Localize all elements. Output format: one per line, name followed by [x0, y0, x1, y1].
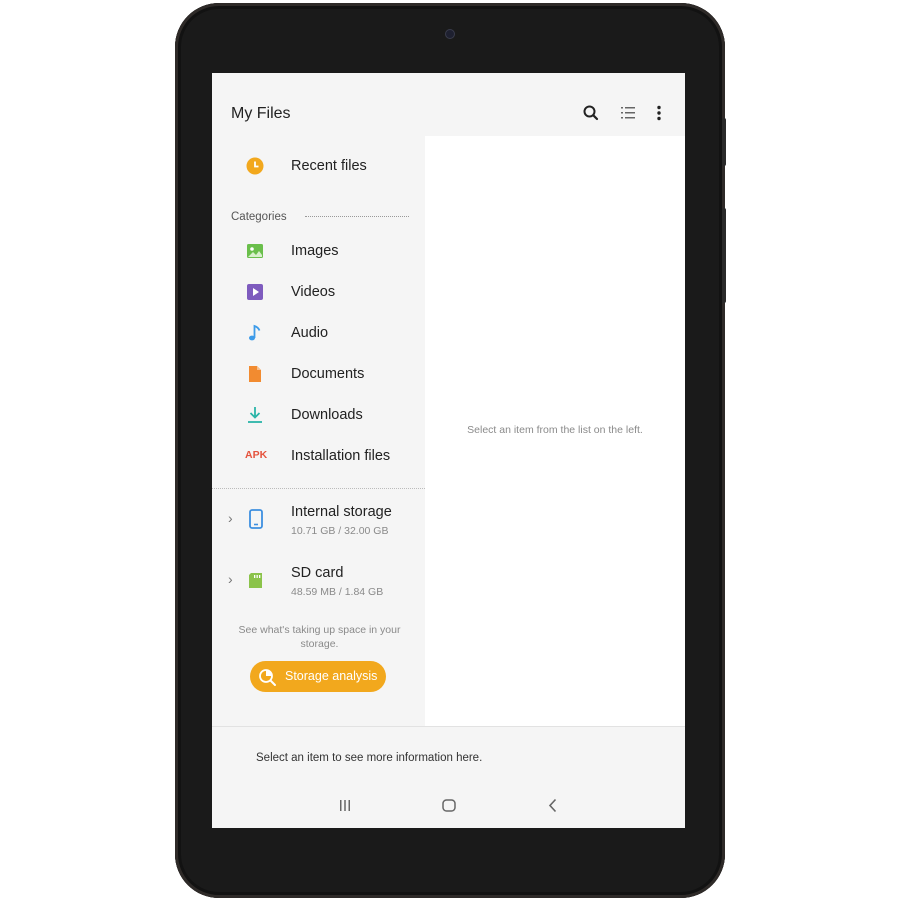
- sidebar-item-label: Audio: [291, 325, 329, 341]
- sd-card-icon: [248, 570, 264, 595]
- sidebar-item-images[interactable]: Images: [212, 233, 425, 269]
- music-note-icon: [246, 324, 264, 342]
- sidebar-item-label: Videos: [291, 284, 336, 300]
- list-view-icon[interactable]: [618, 103, 638, 123]
- sidebar-item-recent-files[interactable]: Recent files: [212, 148, 425, 184]
- front-camera: [445, 29, 455, 39]
- storage-divider: [212, 488, 425, 489]
- sidebar: Recent files Categories Images Videos Au…: [212, 136, 425, 726]
- app-bar: My Files: [212, 73, 685, 136]
- storage-analysis-button[interactable]: Storage analysis: [250, 661, 386, 692]
- chevron-right-icon[interactable]: ›: [228, 571, 233, 587]
- clock-icon: [246, 157, 264, 175]
- categories-header: Categories: [231, 211, 287, 223]
- info-panel: Select an item to see more information h…: [212, 726, 685, 828]
- phone-icon: [248, 509, 264, 534]
- storage-analysis-label: Storage analysis: [285, 669, 378, 683]
- recents-icon[interactable]: [335, 796, 355, 816]
- apk-icon: APK: [245, 449, 268, 461]
- screen: My Files Recent files Categories Images: [212, 73, 685, 828]
- storage-hint: See what's taking up space in your stora…: [238, 624, 401, 650]
- storage-name: SD card: [291, 565, 344, 581]
- storage-usage: 10.71 GB / 32.00 GB: [291, 525, 389, 537]
- search-icon[interactable]: [581, 103, 601, 123]
- storage-usage: 48.59 MB / 1.84 GB: [291, 586, 384, 598]
- sidebar-item-label: Recent files: [291, 158, 367, 174]
- categories-divider: [305, 216, 409, 217]
- app-title: My Files: [231, 105, 291, 122]
- detail-pane: Select an item from the list on the left…: [425, 136, 685, 726]
- sidebar-item-label: Documents: [291, 366, 365, 382]
- storage-analysis-icon: [258, 667, 278, 692]
- sidebar-item-installation-files[interactable]: APK Installation files: [212, 438, 425, 474]
- video-icon: [246, 283, 264, 301]
- volume-button: [722, 118, 726, 166]
- home-icon[interactable]: [439, 796, 459, 816]
- sidebar-item-documents[interactable]: Documents: [212, 356, 425, 392]
- storage-item-sd-card[interactable]: › SD card 48.59 MB / 1.84 GB: [212, 561, 425, 611]
- more-options-icon[interactable]: [649, 103, 669, 123]
- image-icon: [246, 242, 264, 260]
- power-button: [722, 208, 726, 303]
- back-icon[interactable]: [543, 796, 563, 816]
- document-icon: [246, 365, 264, 383]
- chevron-right-icon[interactable]: ›: [228, 510, 233, 526]
- info-message: Select an item to see more information h…: [256, 752, 483, 764]
- sidebar-item-label: Downloads: [291, 407, 363, 423]
- empty-state-message: Select an item from the list on the left…: [467, 424, 643, 436]
- sidebar-item-downloads[interactable]: Downloads: [212, 397, 425, 433]
- storage-item-internal[interactable]: › Internal storage 10.71 GB / 32.00 GB: [212, 500, 425, 550]
- sidebar-item-videos[interactable]: Videos: [212, 274, 425, 310]
- sidebar-item-audio[interactable]: Audio: [212, 315, 425, 351]
- sidebar-item-label: Images: [291, 243, 339, 259]
- storage-name: Internal storage: [291, 504, 392, 520]
- download-icon: [246, 406, 264, 424]
- sidebar-item-label: Installation files: [291, 448, 391, 464]
